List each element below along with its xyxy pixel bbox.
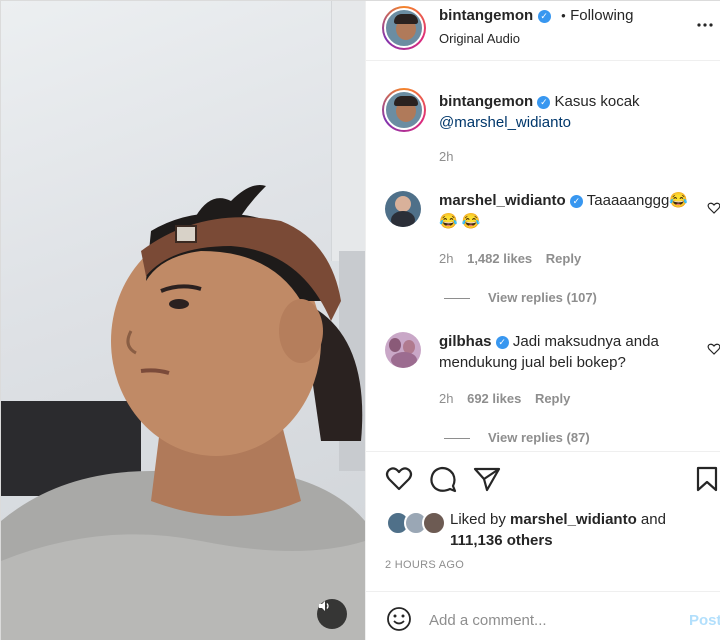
verified-badge-icon: ✓ — [495, 336, 509, 349]
liked-by-others[interactable]: 111,136 others — [450, 532, 553, 549]
share-icon[interactable] — [473, 466, 501, 492]
divider — [366, 451, 720, 452]
caption-username[interactable]: bintangemon — [439, 93, 533, 110]
author-avatar[interactable] — [382, 6, 426, 50]
follow-status-button[interactable]: Following — [570, 7, 633, 24]
post-timestamp: 2 HOURS AGO — [385, 559, 465, 571]
view-replies-button[interactable]: View replies (107) — [444, 290, 597, 305]
author-line: bintangemon ✓ • Following — [439, 7, 633, 25]
caption: bintangemon ✓ Kasus kocak @marshel_widia… — [439, 91, 699, 133]
post-comment-button[interactable]: Post — [689, 612, 720, 629]
verified-badge-icon: ✓ — [537, 96, 551, 109]
video-frame-person — [1, 185, 365, 640]
follow-separator: • — [561, 8, 566, 23]
reply-button[interactable]: Reply — [546, 251, 581, 266]
bookmark-icon[interactable] — [696, 466, 718, 492]
post-header: bintangemon ✓ • Following Original Audio — [366, 1, 720, 61]
comment-avatar[interactable] — [385, 191, 421, 227]
audio-label[interactable]: Original Audio — [439, 31, 520, 46]
view-replies-button[interactable]: View replies (87) — [444, 430, 590, 445]
comment-text: Taaaaanggg😂 — [586, 192, 689, 209]
caption-text: Kasus kocak — [554, 93, 640, 110]
comment-bar: Add a comment... Post — [366, 591, 720, 640]
comment-text-cont: 😂 😂 — [439, 213, 481, 230]
action-bar — [366, 461, 720, 501]
reply-line-divider — [444, 298, 470, 300]
liked-by-prefix: Liked by — [450, 511, 506, 528]
comment-likes[interactable]: 1,482 likes — [467, 251, 532, 266]
post-video[interactable] — [1, 1, 365, 640]
comment: gilbhas ✓ Jadi maksudnya anda mendukung … — [439, 331, 689, 373]
caption-avatar[interactable] — [382, 88, 426, 132]
verified-badge-icon: ✓ — [569, 195, 583, 208]
reply-button[interactable]: Reply — [535, 391, 570, 406]
comment-meta: 2h 692 likes Reply — [439, 391, 570, 406]
comment-icon[interactable] — [429, 466, 457, 494]
liked-by-and: and — [640, 511, 666, 528]
comment-username[interactable]: marshel_widianto — [439, 192, 566, 209]
comment-avatar[interactable] — [385, 332, 421, 368]
comment-like-icon[interactable] — [707, 342, 720, 356]
post-modal: bintangemon ✓ • Following Original Audio… — [0, 0, 720, 640]
liked-by: Liked by marshel_widianto and 111,136 ot… — [450, 509, 710, 551]
post-sidebar: bintangemon ✓ • Following Original Audio… — [365, 1, 720, 640]
comment-text-cont: mendukung jual beli bokep? — [439, 354, 626, 371]
caption-mention[interactable]: @marshel_widianto — [439, 114, 571, 131]
liked-by-user[interactable]: marshel_widianto — [510, 511, 637, 528]
comment-meta: 2h 1,482 likes Reply — [439, 251, 581, 266]
comment-like-icon[interactable] — [707, 201, 720, 215]
reply-line-divider — [444, 438, 470, 440]
emoji-icon[interactable] — [386, 606, 412, 632]
comment-time: 2h — [439, 391, 454, 406]
author-username[interactable]: bintangemon — [439, 7, 533, 24]
liker-avatar[interactable] — [422, 511, 446, 535]
verified-badge-icon: ✓ — [537, 10, 551, 23]
volume-icon[interactable] — [317, 599, 347, 629]
heart-icon[interactable] — [385, 466, 413, 492]
comment-input[interactable]: Add a comment... — [429, 612, 547, 629]
comment-text: Jadi maksudnya anda — [512, 333, 659, 350]
comment-username[interactable]: gilbhas — [439, 333, 492, 350]
comment-likes[interactable]: 692 likes — [467, 391, 521, 406]
comment: marshel_widianto ✓ Taaaaanggg😂 😂 😂 — [439, 190, 689, 232]
comment-time: 2h — [439, 251, 454, 266]
caption-time: 2h — [439, 149, 454, 164]
more-icon[interactable] — [696, 15, 714, 33]
